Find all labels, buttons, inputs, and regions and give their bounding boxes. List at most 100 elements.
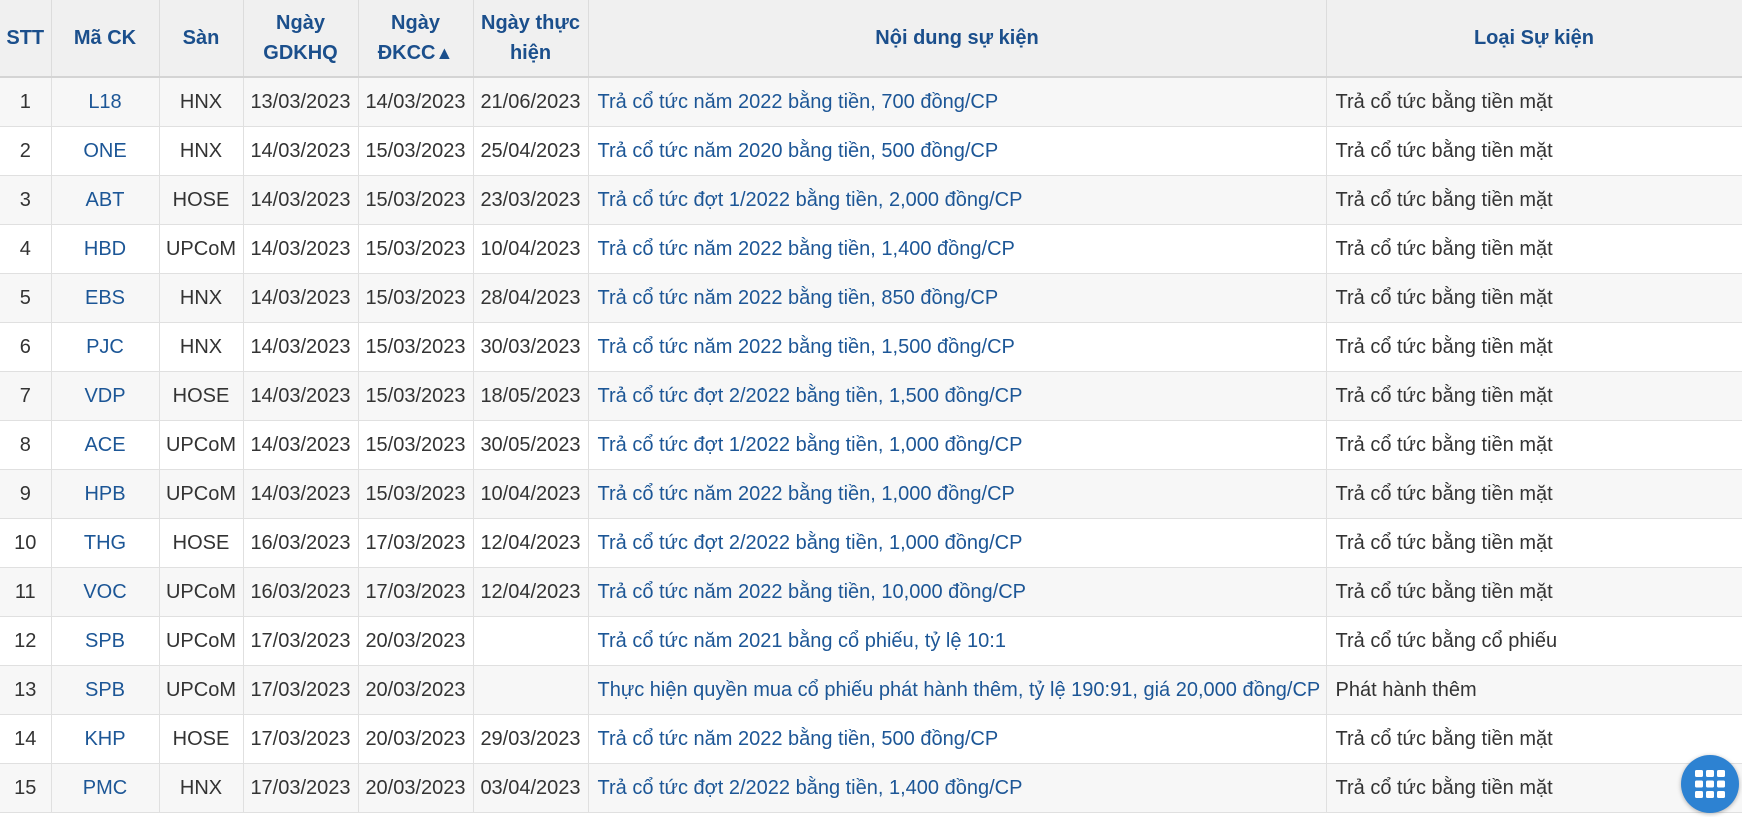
event-content-link[interactable]: Trả cổ tức năm 2022 bằng tiền, 700 đồng/… — [588, 77, 1327, 127]
cell-event-type: Trả cổ tức bằng tiền mặt — [1326, 322, 1742, 372]
column-header-ngay-gdkhq[interactable]: Ngày GDKHQ — [243, 0, 359, 78]
cell-record-date: 20/03/2023 — [358, 714, 474, 764]
event-content-link[interactable]: Trả cổ tức năm 2022 bằng tiền, 1,000 đồn… — [588, 469, 1327, 519]
cell-execution-date: 28/04/2023 — [473, 273, 589, 323]
cell-execution-date: 25/04/2023 — [473, 126, 589, 176]
cell-stt: 11 — [0, 567, 52, 617]
cell-exchange: UPCoM — [159, 616, 244, 666]
event-content-link[interactable]: Trả cổ tức năm 2022 bằng tiền, 1,400 đồn… — [588, 224, 1327, 274]
stock-code-link[interactable]: VDP — [51, 371, 160, 421]
cell-event-type: Trả cổ tức bằng tiền mặt — [1326, 77, 1742, 127]
event-content-link[interactable]: Trả cổ tức đợt 2/2022 bằng tiền, 1,000 đ… — [588, 518, 1327, 568]
stock-code-link[interactable]: PJC — [51, 322, 160, 372]
cell-event-type: Trả cổ tức bằng tiền mặt — [1326, 126, 1742, 176]
event-content-link[interactable]: Trả cổ tức năm 2022 bằng tiền, 10,000 đồ… — [588, 567, 1327, 617]
cell-record-date: 15/03/2023 — [358, 469, 474, 519]
stock-code-link[interactable]: ONE — [51, 126, 160, 176]
cell-exchange: HOSE — [159, 518, 244, 568]
stock-code-link[interactable]: ACE — [51, 420, 160, 470]
column-header-loai-su-kien[interactable]: Loại Sự kiện — [1326, 0, 1742, 78]
cell-ex-date: 17/03/2023 — [243, 714, 359, 764]
column-header-san[interactable]: Sàn — [159, 0, 244, 78]
column-header-noi-dung-su-kien[interactable]: Nội dung sự kiện — [588, 0, 1327, 78]
sort-ascending-icon: ▲ — [435, 43, 454, 63]
cell-event-type: Trả cổ tức bằng tiền mặt — [1326, 567, 1742, 617]
cell-stt: 3 — [0, 175, 52, 225]
event-content-link[interactable]: Trả cổ tức năm 2022 bằng tiền, 850 đồng/… — [588, 273, 1327, 323]
cell-record-date: 15/03/2023 — [358, 224, 474, 274]
cell-stt: 6 — [0, 322, 52, 372]
cell-stt: 1 — [0, 77, 52, 127]
cell-exchange: HNX — [159, 763, 244, 813]
cell-event-type: Trả cổ tức bằng cổ phiếu — [1326, 616, 1742, 666]
stock-code-link[interactable]: HPB — [51, 469, 160, 519]
cell-exchange: HNX — [159, 273, 244, 323]
cell-stt: 14 — [0, 714, 52, 764]
cell-record-date: 15/03/2023 — [358, 126, 474, 176]
table-row: 12 SPB UPCoM 17/03/2023 20/03/2023 Trả cổ tức… — [0, 616, 1742, 666]
cell-ex-date: 14/03/2023 — [243, 322, 359, 372]
stock-code-link[interactable]: THG — [51, 518, 160, 568]
column-header-ma-ck[interactable]: Mã CK — [51, 0, 160, 78]
cell-ex-date: 14/03/2023 — [243, 420, 359, 470]
table-row: 6 PJC HNX 14/03/2023 15/03/2023 30/03/2023 Trả… — [0, 322, 1742, 372]
column-header-ngay-dkcc[interactable]: Ngày ĐKCC▲ — [358, 0, 474, 78]
cell-exchange: HNX — [159, 322, 244, 372]
stock-code-link[interactable]: ABT — [51, 175, 160, 225]
floating-menu-button[interactable] — [1681, 755, 1739, 813]
stock-code-link[interactable]: HBD — [51, 224, 160, 274]
cell-ex-date: 17/03/2023 — [243, 616, 359, 666]
cell-stt: 12 — [0, 616, 52, 666]
table-row: 13 SPB UPCoM 17/03/2023 20/03/2023 Thực hiện … — [0, 665, 1742, 715]
table-row: 1 L18 HNX 13/03/2023 14/03/2023 21/06/2023 Trả… — [0, 77, 1742, 127]
table-row: 15 PMC HNX 17/03/2023 20/03/2023 03/04/2023 Tr… — [0, 763, 1742, 813]
stock-code-link[interactable]: KHP — [51, 714, 160, 764]
event-content-link[interactable]: Trả cổ tức năm 2022 bằng tiền, 1,500 đồn… — [588, 322, 1327, 372]
cell-ex-date: 17/03/2023 — [243, 665, 359, 715]
event-content-link[interactable]: Thực hiện quyền mua cổ phiếu phát hành t… — [588, 665, 1327, 715]
cell-ex-date: 13/03/2023 — [243, 77, 359, 127]
stock-code-link[interactable]: SPB — [51, 616, 160, 666]
cell-stt: 13 — [0, 665, 52, 715]
column-header-stt[interactable]: STT — [0, 0, 52, 78]
cell-execution-date: 30/03/2023 — [473, 322, 589, 372]
cell-execution-date: 21/06/2023 — [473, 77, 589, 127]
event-content-link[interactable]: Trả cổ tức năm 2022 bằng tiền, 500 đồng/… — [588, 714, 1327, 764]
event-content-link[interactable]: Trả cổ tức đợt 1/2022 bằng tiền, 2,000 đ… — [588, 175, 1327, 225]
cell-record-date: 20/03/2023 — [358, 665, 474, 715]
stock-code-link[interactable]: EBS — [51, 273, 160, 323]
stock-code-link[interactable]: PMC — [51, 763, 160, 813]
grid-menu-icon — [1695, 770, 1725, 798]
cell-execution-date: 18/05/2023 — [473, 371, 589, 421]
cell-record-date: 14/03/2023 — [358, 77, 474, 127]
stock-code-link[interactable]: L18 — [51, 77, 160, 127]
cell-event-type: Trả cổ tức bằng tiền mặt — [1326, 714, 1742, 764]
cell-record-date: 15/03/2023 — [358, 273, 474, 323]
cell-record-date: 17/03/2023 — [358, 567, 474, 617]
cell-event-type: Trả cổ tức bằng tiền mặt — [1326, 518, 1742, 568]
event-content-link[interactable]: Trả cổ tức năm 2020 bằng tiền, 500 đồng/… — [588, 126, 1327, 176]
cell-ex-date: 14/03/2023 — [243, 371, 359, 421]
cell-event-type: Trả cổ tức bằng tiền mặt — [1326, 273, 1742, 323]
cell-ex-date: 14/03/2023 — [243, 126, 359, 176]
cell-exchange: HNX — [159, 126, 244, 176]
cell-ex-date: 14/03/2023 — [243, 273, 359, 323]
cell-execution-date: 12/04/2023 — [473, 567, 589, 617]
cell-stt: 10 — [0, 518, 52, 568]
cell-event-type: Trả cổ tức bằng tiền mặt — [1326, 175, 1742, 225]
cell-ex-date: 14/03/2023 — [243, 224, 359, 274]
corporate-events-table-container: STT Mã CK Sàn Ngày GDKHQ Ngày ĐKCC▲ Ngày t… — [0, 0, 1742, 813]
cell-exchange: UPCoM — [159, 469, 244, 519]
event-content-link[interactable]: Trả cổ tức đợt 1/2022 bằng tiền, 1,000 đ… — [588, 420, 1327, 470]
stock-code-link[interactable]: SPB — [51, 665, 160, 715]
column-header-ngay-thuc-hien[interactable]: Ngày thực hiện — [473, 0, 589, 78]
cell-execution-date: 30/05/2023 — [473, 420, 589, 470]
event-content-link[interactable]: Trả cổ tức năm 2021 bằng cổ phiếu, tỷ lệ… — [588, 616, 1327, 666]
corporate-events-table: STT Mã CK Sàn Ngày GDKHQ Ngày ĐKCC▲ Ngày t… — [0, 0, 1742, 813]
event-content-link[interactable]: Trả cổ tức đợt 2/2022 bằng tiền, 1,500 đ… — [588, 371, 1327, 421]
event-content-link[interactable]: Trả cổ tức đợt 2/2022 bằng tiền, 1,400 đ… — [588, 763, 1327, 813]
cell-ex-date: 16/03/2023 — [243, 518, 359, 568]
stock-code-link[interactable]: VOC — [51, 567, 160, 617]
table-row: 5 EBS HNX 14/03/2023 15/03/2023 28/04/2023 Trả… — [0, 273, 1742, 323]
cell-record-date: 15/03/2023 — [358, 322, 474, 372]
